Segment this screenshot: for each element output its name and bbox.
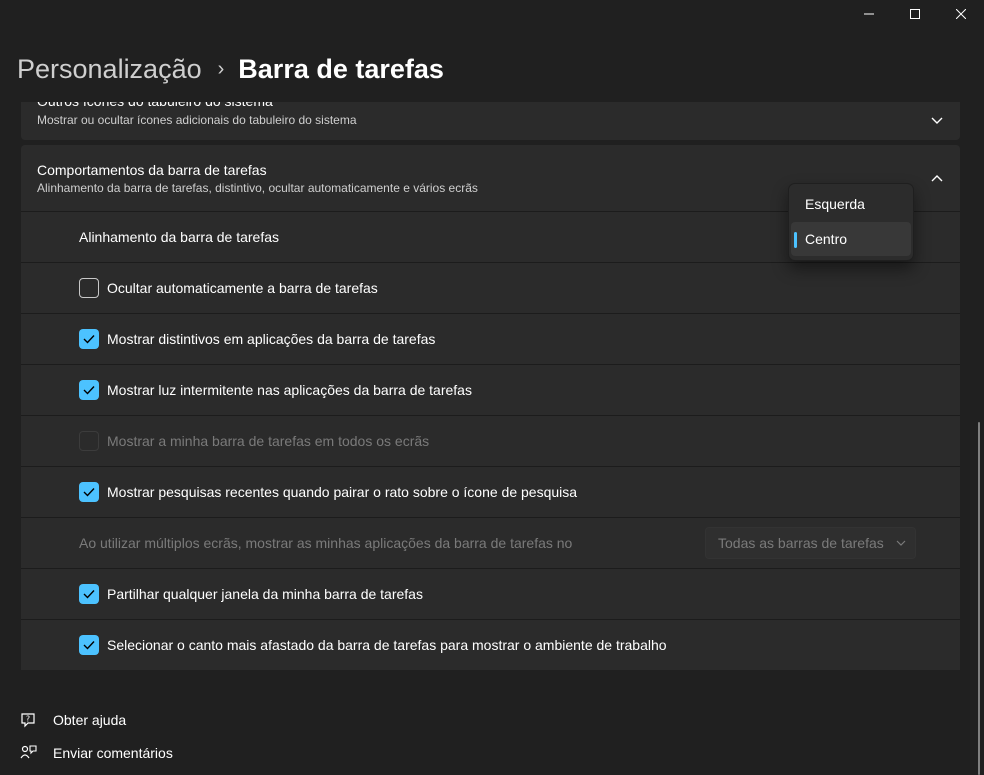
minimize-button[interactable] (846, 0, 892, 28)
close-button[interactable] (938, 0, 984, 28)
send-feedback-label: Enviar comentários (53, 744, 173, 761)
all-displays-checkbox (79, 431, 99, 451)
show-desktop-corner-label: Selecionar o canto mais afastado da barr… (107, 637, 667, 653)
checkmark-icon (83, 641, 95, 650)
checkmark-icon (83, 386, 95, 395)
checkmark-icon (83, 335, 95, 344)
card-subtitle: Mostrar ou ocultar ícones adicionais do … (37, 113, 357, 127)
taskbar-alignment-label: Alinhamento da barra de tarefas (79, 229, 280, 245)
chevron-right-icon: › (217, 58, 225, 80)
feedback-icon (18, 743, 38, 763)
multi-display-row: Ao utilizar múltiplos ecrãs, mostrar as … (21, 517, 960, 568)
recent-searches-label: Mostrar pesquisas recentes quando pairar… (107, 484, 578, 500)
minimize-icon (864, 13, 874, 15)
auto-hide-row[interactable]: Ocultar automaticamente a barra de taref… (21, 262, 960, 313)
svg-text:?: ? (26, 714, 30, 723)
recent-searches-row[interactable]: Mostrar pesquisas recentes quando pairar… (21, 466, 960, 517)
checkmark-icon (83, 488, 95, 497)
share-window-row[interactable]: Partilhar qualquer janela da minha barra… (21, 568, 960, 619)
breadcrumb: Personalização › Barra de tarefas (17, 54, 444, 85)
get-help-label: Obter ajuda (53, 711, 127, 728)
send-feedback-link[interactable]: Enviar comentários (18, 736, 173, 769)
maximize-icon (910, 9, 920, 19)
checkmark-icon (83, 590, 95, 599)
maximize-button[interactable] (892, 0, 938, 28)
show-flashing-label: Mostrar luz intermitente nas aplicações … (107, 382, 472, 398)
alignment-option-left[interactable]: Esquerda (791, 187, 911, 221)
show-flashing-checkbox[interactable] (79, 380, 99, 400)
auto-hide-label: Ocultar automaticamente a barra de taref… (107, 280, 378, 296)
multi-display-dropdown: Todas as barras de tarefas (705, 527, 916, 559)
show-flashing-row[interactable]: Mostrar luz intermitente nas aplicações … (21, 364, 960, 415)
chevron-up-icon[interactable] (930, 171, 944, 185)
close-icon (956, 9, 966, 19)
alignment-option-center[interactable]: Centro (791, 222, 911, 256)
taskbar-behaviors-options: Alinhamento da barra de tarefas Ocultar … (21, 211, 960, 670)
show-desktop-corner-checkbox[interactable] (79, 635, 99, 655)
share-window-checkbox[interactable] (79, 584, 99, 604)
card-title: Outros ícones do tabuleiro do sistema (37, 102, 357, 110)
multi-display-label: Ao utilizar múltiplos ecrãs, mostrar as … (79, 535, 573, 551)
vertical-scrollbar[interactable] (978, 422, 980, 775)
recent-searches-checkbox[interactable] (79, 482, 99, 502)
system-tray-icons-card-text: Outros ícones do tabuleiro do sistema Mo… (37, 102, 357, 128)
window-controls (846, 0, 984, 28)
share-window-label: Partilhar qualquer janela da minha barra… (107, 586, 423, 602)
auto-hide-checkbox[interactable] (79, 278, 99, 298)
get-help-link[interactable]: ? Obter ajuda (18, 703, 173, 736)
show-badges-label: Mostrar distintivos em aplicações da bar… (107, 331, 436, 347)
taskbar-alignment-flyout: Esquerda Centro (788, 183, 914, 261)
page-title: Barra de tarefas (238, 54, 444, 84)
footer-links: ? Obter ajuda Enviar comentários (18, 703, 173, 769)
all-displays-label: Mostrar a minha barra de tarefas em todo… (107, 433, 430, 449)
multi-display-value: Todas as barras de tarefas (718, 535, 884, 551)
chevron-down-icon (896, 540, 906, 546)
system-tray-icons-card[interactable]: Outros ícones do tabuleiro do sistema Mo… (21, 102, 960, 140)
chevron-down-icon[interactable] (930, 114, 944, 128)
help-icon: ? (18, 710, 38, 730)
show-badges-checkbox[interactable] (79, 329, 99, 349)
show-badges-row[interactable]: Mostrar distintivos em aplicações da bar… (21, 313, 960, 364)
all-displays-row: Mostrar a minha barra de tarefas em todo… (21, 415, 960, 466)
show-desktop-corner-row[interactable]: Selecionar o canto mais afastado da barr… (21, 619, 960, 670)
breadcrumb-parent-link[interactable]: Personalização (17, 54, 202, 85)
card-title: Comportamentos da barra de tarefas (37, 162, 267, 178)
